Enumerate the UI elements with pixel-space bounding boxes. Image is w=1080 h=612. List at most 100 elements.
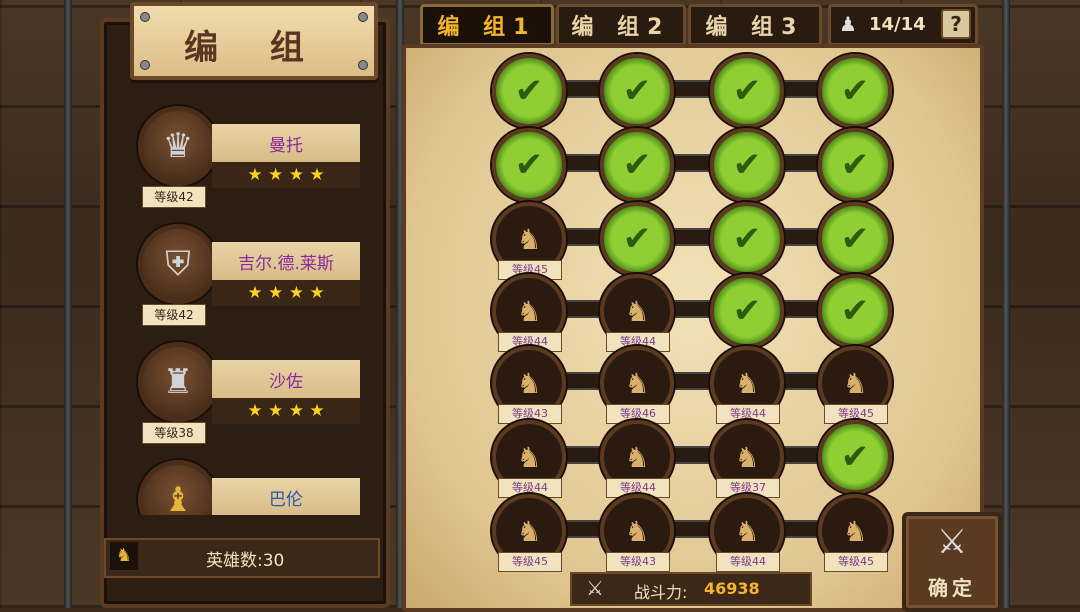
help-button[interactable]: ? xyxy=(941,9,971,39)
checkmark-icon: ✔ xyxy=(840,145,870,185)
checkmark-icon: ✔ xyxy=(840,219,870,259)
star-rating: ★ ★ ★ ★ xyxy=(247,283,325,303)
empty-slot[interactable]: ✔ xyxy=(818,202,892,276)
checkmark-icon: ✔ xyxy=(622,71,652,111)
hero-name: 沙佐 xyxy=(212,360,360,398)
slot-connector xyxy=(522,372,848,390)
checkmark-icon: ✔ xyxy=(514,145,544,185)
unit-slot[interactable]: ♞ 等级44 xyxy=(492,420,566,498)
checkmark-icon: ✔ xyxy=(840,291,870,331)
tab-group-1[interactable]: 编 组1 xyxy=(420,4,554,46)
empty-slot[interactable]: ✔ xyxy=(710,128,784,202)
knight-helmet-icon: ⛨ xyxy=(165,244,191,284)
unit-slot[interactable]: ♞ 等级44 xyxy=(492,274,566,352)
slot-connector xyxy=(522,228,848,246)
unit-slot[interactable]: ♞ 等级45 xyxy=(492,202,566,280)
checkmark-icon: ✔ xyxy=(732,219,762,259)
hero-level: 等级42 xyxy=(142,186,206,208)
hero-stars: ★ ★ ★ ★ xyxy=(212,162,360,188)
unit-slot[interactable]: ♞ 等级44 xyxy=(710,494,784,572)
hero-card[interactable]: ♝ 巴伦 xyxy=(120,454,370,515)
tab-group-3[interactable]: 编 组3 xyxy=(688,4,822,46)
title-plank: 编 组 xyxy=(130,2,378,80)
hero-portrait: ♜ xyxy=(138,342,218,422)
soldier-icon: ♟ xyxy=(839,12,857,36)
checkmark-icon: ✔ xyxy=(514,71,544,111)
checkmark-icon: ✔ xyxy=(732,145,762,185)
hero-card[interactable]: ♜ 沙佐 ★ ★ ★ ★ 等级38 xyxy=(120,336,370,444)
empty-slot[interactable]: ✔ xyxy=(710,202,784,276)
troop-counter: ♟ 14/14 ? xyxy=(828,4,978,46)
confirm-label: 确定 xyxy=(928,576,976,600)
tab-group-2[interactable]: 编 组2 xyxy=(556,4,686,46)
power-bar: ⚔ 战斗力: 46938 xyxy=(570,572,812,606)
empty-slot[interactable]: ✔ xyxy=(492,128,566,202)
hero-list[interactable]: ♛ 曼托 ★ ★ ★ ★ 等级42 ⛨ 吉尔.德.莱斯 ★ ★ ★ ★ 等级42… xyxy=(120,90,370,515)
hero-stars: ★ ★ ★ ★ xyxy=(212,398,360,424)
star-rating: ★ ★ ★ ★ xyxy=(247,401,325,421)
checkmark-icon: ✔ xyxy=(840,71,870,111)
power-label: 战斗力: xyxy=(634,583,688,602)
troop-count: 14/14 xyxy=(869,14,926,35)
slot-connector xyxy=(522,154,848,172)
unit-slot[interactable]: ♞ 等级45 xyxy=(818,494,892,572)
empty-slot[interactable]: ✔ xyxy=(600,202,674,276)
unit-slot[interactable]: ♞ 等级44 xyxy=(710,346,784,424)
hero-level: 等级38 xyxy=(142,422,206,444)
empty-slot[interactable]: ✔ xyxy=(492,54,566,128)
hero-name: 巴伦 xyxy=(212,478,360,515)
hero-card[interactable]: ⛨ 吉尔.德.莱斯 ★ ★ ★ ★ 等级42 xyxy=(120,218,370,326)
star-rating: ★ ★ ★ ★ xyxy=(247,165,325,185)
empty-slot[interactable]: ✔ xyxy=(710,54,784,128)
hero-portrait: ♝ xyxy=(138,460,218,515)
slot-connector xyxy=(522,520,848,538)
hero-count: 英雄数:30 xyxy=(206,551,285,571)
unit-level: 等级43 xyxy=(606,552,670,572)
left-rail xyxy=(64,0,72,608)
unit-level: 等级45 xyxy=(824,552,888,572)
unit-slot[interactable]: ♞ 等级37 xyxy=(710,420,784,498)
unit-slot[interactable]: ♞ 等级46 xyxy=(600,346,674,424)
checkmark-icon: ✔ xyxy=(732,291,762,331)
hero-count-bar: ♞ 英雄数:30 xyxy=(104,538,380,578)
unit-slot[interactable]: ♞ 等级44 xyxy=(600,274,674,352)
slot-connector xyxy=(522,300,848,318)
unit-slot[interactable]: ♞ 等级44 xyxy=(600,420,674,498)
empty-slot[interactable]: ✔ xyxy=(600,54,674,128)
checkmark-icon: ✔ xyxy=(622,145,652,185)
crossed-swords-icon: ⚔ xyxy=(936,522,968,562)
slot-connector xyxy=(522,80,848,98)
empty-slot[interactable]: ✔ xyxy=(818,54,892,128)
unit-level: 等级45 xyxy=(498,552,562,572)
page-title: 编 组 xyxy=(184,28,324,68)
hero-name: 曼托 xyxy=(212,124,360,162)
right-rail xyxy=(1002,0,1010,608)
unit-level: 等级44 xyxy=(716,552,780,572)
empty-slot[interactable]: ✔ xyxy=(818,420,892,494)
hero-card[interactable]: ♛ 曼托 ★ ★ ★ ★ 等级42 xyxy=(120,100,370,208)
checkmark-icon: ✔ xyxy=(622,219,652,259)
empty-slot[interactable]: ✔ xyxy=(710,274,784,348)
dark-knight-icon: ♜ xyxy=(162,362,194,402)
hero-name: 吉尔.德.莱斯 xyxy=(212,242,360,280)
unit-slot[interactable]: ♞ 等级45 xyxy=(818,346,892,424)
golden-helmet-icon: ♝ xyxy=(162,480,194,515)
unit-slot[interactable]: ♞ 等级43 xyxy=(600,494,674,572)
knight-crown-icon: ♛ xyxy=(162,126,194,166)
confirm-button[interactable]: ⚔ 确定 xyxy=(902,512,1002,612)
slot-connector xyxy=(522,446,848,464)
hero-stars: ★ ★ ★ ★ xyxy=(212,280,360,306)
power-value: 46938 xyxy=(704,579,760,598)
checkmark-icon: ✔ xyxy=(840,437,870,477)
empty-slot[interactable]: ✔ xyxy=(818,274,892,348)
crossed-swords-icon: ⚔ xyxy=(586,576,604,600)
checkmark-icon: ✔ xyxy=(732,71,762,111)
hero-portrait: ⛨ xyxy=(138,224,218,304)
hero-portrait: ♛ xyxy=(138,106,218,186)
empty-slot[interactable]: ✔ xyxy=(600,128,674,202)
empty-slot[interactable]: ✔ xyxy=(818,128,892,202)
unit-slot[interactable]: ♞ 等级43 xyxy=(492,346,566,424)
helmet-icon: ♞ xyxy=(110,542,138,570)
hero-level: 等级42 xyxy=(142,304,206,326)
unit-slot[interactable]: ♞ 等级45 xyxy=(492,494,566,572)
